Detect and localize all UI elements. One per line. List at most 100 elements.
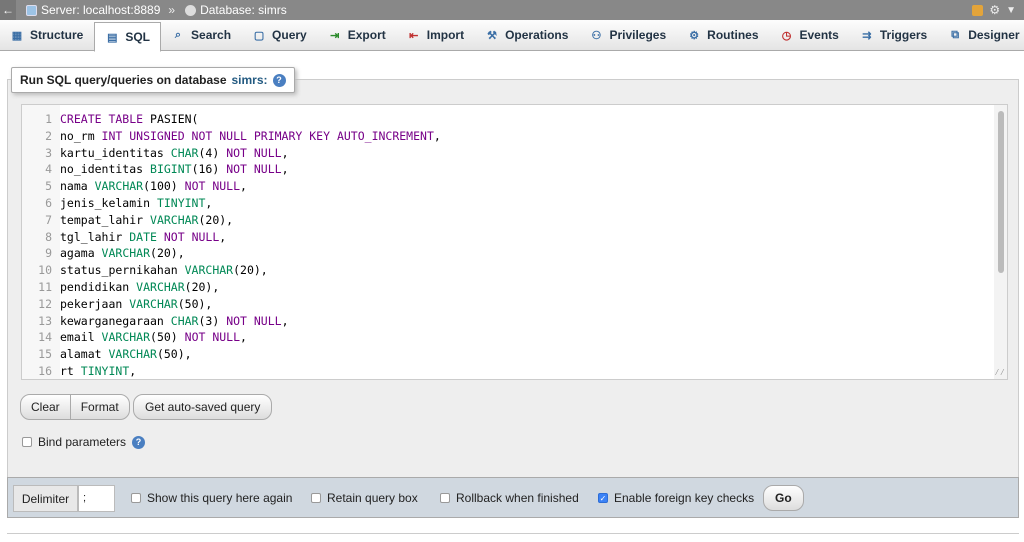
code-text: status_pernikahan VARCHAR(20), (56, 262, 268, 279)
resize-handle-icon[interactable]: ⁄⁄ (994, 368, 1005, 378)
tab-events[interactable]: ◷ Events (770, 20, 850, 50)
line-number: 4 (45, 162, 52, 177)
code-token: , (281, 313, 289, 328)
clear-button[interactable]: Clear (21, 395, 70, 419)
breadcrumb-database[interactable]: Database: simrs (185, 3, 287, 17)
code-token: VARCHAR (150, 212, 199, 227)
code-token: TINYINT (80, 363, 130, 378)
editor-scrollbar[interactable] (994, 105, 1007, 379)
wrench-icon: ⚒ (487, 29, 498, 42)
code-line: 7 tempat_lahir VARCHAR(20), (22, 212, 997, 229)
tab-query[interactable]: ▢ Query (242, 20, 318, 50)
code-token: tempat_lahir (60, 212, 151, 227)
code-token: (20), (198, 212, 234, 227)
tab-structure[interactable]: ▦ Structure (0, 20, 94, 50)
get-autosaved-query-button[interactable]: Get auto-saved query (133, 394, 273, 420)
code-token: no_rm (60, 128, 102, 143)
retain-box-checkbox[interactable] (311, 493, 321, 503)
code-token: NOT NULL (226, 313, 282, 328)
sql-editor[interactable]: 1 CREATE TABLE PASIEN(2 no_rm INT UNSIGNED… (21, 104, 1008, 380)
code-lines: 1 CREATE TABLE PASIEN(2 no_rm INT UNSIGNED… (22, 111, 997, 379)
code-token: (100) (143, 179, 185, 194)
tab-export[interactable]: ⇥ Export (318, 20, 397, 50)
code-line: 13 kewarganegaraan CHAR(3) NOT NULL, (22, 313, 997, 330)
code-token: VARCHAR (94, 179, 144, 194)
code-token: pendidikan (60, 279, 137, 294)
code-token: , (240, 179, 247, 194)
export-icon: ⇥ (330, 29, 340, 42)
code-token: TINYINT (156, 195, 206, 210)
line-number: 12 (38, 296, 52, 311)
breadcrumb: ← Server: localhost:8889 » Database: sim… (0, 0, 1024, 20)
code-text: no_rm INT UNSIGNED NOT NULL PRIMARY KEY … (56, 128, 441, 145)
code-token: VARCHAR (101, 246, 151, 261)
tab-designer[interactable]: ⧉ Designer (938, 20, 1024, 50)
delimiter-label: Delimiter (13, 485, 78, 512)
code-token: (50), (177, 296, 213, 311)
code-text: alamat VARCHAR(50), (56, 346, 192, 363)
line-number: 2 (45, 128, 52, 143)
code-text: tempat_lahir VARCHAR(20), (56, 212, 233, 229)
show-query-label: Show this query here again (147, 491, 293, 505)
line-number: 13 (38, 313, 52, 328)
footer-divider (7, 533, 1019, 534)
back-arrow-icon[interactable]: ← (0, 0, 16, 20)
search-icon: ⌕ (174, 28, 182, 41)
code-token: (16) (191, 162, 227, 177)
gear-icon[interactable]: ⚙ (989, 3, 1000, 17)
bind-parameters-label: Bind parameters (38, 435, 127, 449)
go-button[interactable]: Go (763, 485, 804, 511)
routines-icon: ⚙ (689, 29, 700, 42)
code-token: pekerjaan (60, 296, 130, 311)
server-icon (26, 4, 37, 16)
code-token: INT UNSIGNED NOT NULL PRIMARY KEY AUTO_I… (101, 128, 434, 143)
code-text: jenis_kelamin TINYINT, (56, 195, 212, 212)
help-icon[interactable]: ? (272, 73, 286, 87)
lock-icon[interactable] (972, 4, 984, 16)
show-query-option[interactable]: Show this query here again (131, 491, 292, 505)
tab-sql[interactable]: ▤ SQL (94, 22, 162, 52)
code-token: VARCHAR (184, 263, 234, 278)
editor-scrollbar-thumb[interactable] (998, 111, 1004, 273)
code-token: (20), (150, 246, 185, 261)
bind-parameters-option[interactable]: Bind parameters ? (22, 435, 146, 449)
foreign-key-label: Enable foreign key checks (614, 491, 755, 505)
rollback-label: Rollback when finished (456, 491, 579, 505)
retain-box-option[interactable]: Retain query box (311, 491, 418, 505)
delimiter-input[interactable]: ; (78, 485, 115, 512)
collapse-icon[interactable]: ▼ (1006, 5, 1016, 16)
code-token: CREATE TABLE (60, 112, 151, 126)
code-line: 4 no_identitas BIGINT(16) NOT NULL, (22, 161, 997, 178)
foreign-key-option[interactable]: ✓ Enable foreign key checks (598, 491, 754, 505)
code-text: kewarganegaraan CHAR(3) NOT NULL, (56, 313, 289, 330)
code-text: nama VARCHAR(100) NOT NULL, (56, 178, 247, 195)
foreign-key-checkbox[interactable]: ✓ (598, 493, 608, 503)
code-token: rt (60, 363, 81, 378)
code-token: , (281, 145, 289, 160)
code-token: NOT NULL (226, 162, 282, 177)
code-token: NOT NULL (184, 330, 241, 345)
format-button[interactable]: Format (69, 395, 129, 419)
panel-legend: Run SQL query/queries on database simrs:… (11, 67, 295, 93)
code-text: kartu_identitas CHAR(4) NOT NULL, (56, 145, 289, 162)
code-line: 14 email VARCHAR(50) NOT NULL, (22, 329, 997, 346)
tab-import[interactable]: ⇤ Import (397, 20, 475, 50)
rollback-checkbox[interactable] (440, 493, 450, 503)
tab-triggers[interactable]: ⇉ Triggers (850, 20, 938, 50)
code-token: (20), (233, 263, 268, 278)
breadcrumb-server[interactable]: Server: localhost:8889 (26, 3, 160, 17)
help-icon[interactable]: ? (132, 435, 146, 449)
tab-operations[interactable]: ⚒ Operations (475, 20, 579, 50)
code-token: VARCHAR (108, 347, 157, 362)
triggers-icon: ⇉ (862, 29, 872, 42)
code-token: , (219, 229, 227, 244)
tab-privileges[interactable]: ⚇ Privileges (579, 20, 677, 50)
tab-search[interactable]: ⌕ Search (161, 20, 242, 50)
bind-parameters-checkbox[interactable] (22, 437, 32, 447)
code-token: VARCHAR (129, 296, 178, 311)
tab-routines[interactable]: ⚙ Routines (677, 20, 769, 50)
show-query-checkbox[interactable] (131, 493, 141, 503)
code-token: (20), (184, 279, 220, 294)
rollback-option[interactable]: Rollback when finished (440, 491, 579, 505)
legend-database-name: simrs: (231, 73, 268, 87)
